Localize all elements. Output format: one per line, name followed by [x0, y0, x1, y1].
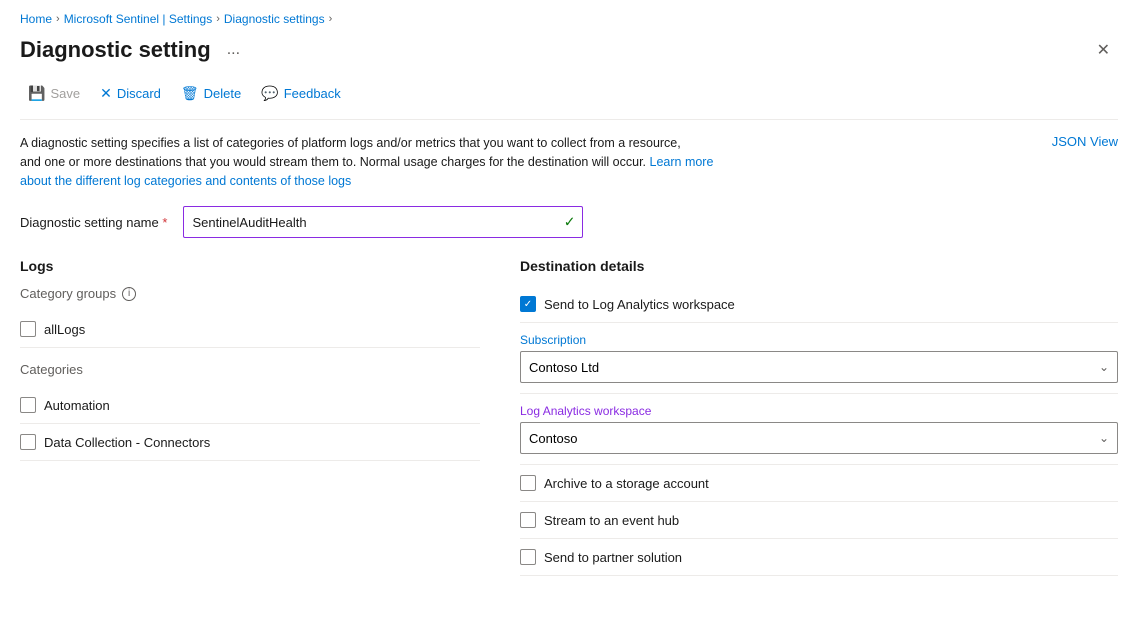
category-groups-header: Category groups i: [20, 286, 480, 301]
breadcrumb-sep-2: ›: [216, 13, 220, 25]
page-container: Home › Microsoft Sentinel | Settings › D…: [0, 0, 1138, 596]
discard-button[interactable]: ✕ Discard: [92, 80, 169, 107]
save-button[interactable]: 💾 Save: [20, 80, 88, 107]
data-collection-row: Data Collection - Connectors: [20, 424, 480, 461]
log-analytics-workspace-group: Log Analytics workspace Contoso ⌄: [520, 394, 1118, 465]
close-button[interactable]: ✕: [1089, 36, 1118, 64]
setting-name-input-wrapper: ✓: [183, 206, 583, 238]
breadcrumb: Home › Microsoft Sentinel | Settings › D…: [20, 12, 1118, 26]
toolbar: 💾 Save ✕ Discard 🗑 Delete 💬 Feedback: [20, 80, 1118, 120]
destination-column: Destination details ✓ Send to Log Analyt…: [520, 258, 1118, 576]
all-logs-row: allLogs: [20, 311, 480, 348]
log-analytics-checkbox[interactable]: ✓: [520, 296, 536, 312]
required-asterisk: *: [162, 215, 167, 230]
breadcrumb-diagnostic-settings[interactable]: Diagnostic settings: [224, 12, 325, 26]
categories-header: Categories: [20, 362, 480, 377]
learn-more-link[interactable]: Learn more about the different log categ…: [20, 155, 713, 188]
automation-label: Automation: [44, 398, 110, 413]
stream-event-hub-label: Stream to an event hub: [544, 513, 679, 528]
data-collection-checkbox[interactable]: [20, 434, 36, 450]
feedback-button[interactable]: 💬 Feedback: [253, 80, 349, 107]
json-view-link[interactable]: JSON View: [1052, 134, 1118, 149]
setting-name-label: Diagnostic setting name *: [20, 215, 167, 230]
log-analytics-label: Send to Log Analytics workspace: [544, 297, 735, 312]
log-analytics-destination-row: ✓ Send to Log Analytics workspace: [520, 286, 1118, 323]
description-area: A diagnostic setting specifies a list of…: [20, 134, 1118, 190]
breadcrumb-sep-1: ›: [56, 13, 60, 25]
breadcrumb-sentinel[interactable]: Microsoft Sentinel | Settings: [64, 12, 213, 26]
delete-button[interactable]: 🗑 Delete: [173, 80, 249, 107]
subscription-dropdown[interactable]: Contoso Ltd ⌄: [520, 351, 1118, 383]
archive-storage-row: Archive to a storage account: [520, 465, 1118, 502]
page-title-area: Diagnostic setting ...: [20, 37, 246, 63]
log-analytics-dropdown-wrapper: Contoso ⌄: [520, 422, 1118, 454]
archive-storage-label: Archive to a storage account: [544, 476, 709, 491]
destination-section-header: Destination details: [520, 258, 1118, 274]
data-collection-label: Data Collection - Connectors: [44, 435, 210, 450]
more-options-button[interactable]: ...: [221, 39, 246, 61]
page-title: Diagnostic setting: [20, 37, 211, 63]
feedback-icon: 💬: [261, 85, 278, 102]
discard-label: Discard: [117, 86, 161, 101]
subscription-dropdown-wrapper: Contoso Ltd ⌄: [520, 351, 1118, 383]
automation-row: Automation: [20, 387, 480, 424]
categories-section: Categories Automation Data Collection - …: [20, 362, 480, 461]
discard-icon: ✕: [100, 85, 112, 102]
description-line1: A diagnostic setting specifies a list of…: [20, 136, 681, 150]
description-text: A diagnostic setting specifies a list of…: [20, 134, 740, 190]
breadcrumb-home[interactable]: Home: [20, 12, 52, 26]
save-icon: 💾: [28, 85, 45, 102]
partner-solution-checkbox[interactable]: [520, 549, 536, 565]
delete-label: Delete: [204, 86, 242, 101]
partner-solution-row: Send to partner solution: [520, 539, 1118, 576]
setting-name-input[interactable]: [183, 206, 583, 238]
all-logs-checkbox[interactable]: [20, 321, 36, 337]
description-line2: and one or more destinations that you wo…: [20, 155, 713, 188]
log-analytics-workspace-label: Log Analytics workspace: [520, 404, 1118, 418]
automation-checkbox[interactable]: [20, 397, 36, 413]
stream-event-hub-checkbox[interactable]: [520, 512, 536, 528]
subscription-group: Subscription Contoso Ltd ⌄: [520, 323, 1118, 394]
save-label: Save: [50, 86, 80, 101]
log-analytics-select[interactable]: Contoso: [529, 423, 1109, 453]
two-col-layout: Logs Category groups i allLogs Categorie…: [20, 258, 1118, 576]
category-groups-info-icon[interactable]: i: [122, 287, 136, 301]
setting-name-row: Diagnostic setting name * ✓: [20, 206, 1118, 238]
input-checkmark-icon: ✓: [564, 214, 576, 231]
delete-icon: 🗑: [181, 85, 199, 102]
logs-section-header: Logs: [20, 258, 480, 274]
feedback-label: Feedback: [284, 86, 341, 101]
logs-column: Logs Category groups i allLogs Categorie…: [20, 258, 520, 576]
log-analytics-dropdown[interactable]: Contoso ⌄: [520, 422, 1118, 454]
breadcrumb-sep-3: ›: [329, 13, 333, 25]
subscription-label: Subscription: [520, 333, 1118, 347]
all-logs-label: allLogs: [44, 322, 85, 337]
stream-event-hub-row: Stream to an event hub: [520, 502, 1118, 539]
partner-solution-label: Send to partner solution: [544, 550, 682, 565]
subscription-select[interactable]: Contoso Ltd: [529, 352, 1109, 382]
archive-storage-checkbox[interactable]: [520, 475, 536, 491]
page-header: Diagnostic setting ... ✕: [20, 36, 1118, 64]
